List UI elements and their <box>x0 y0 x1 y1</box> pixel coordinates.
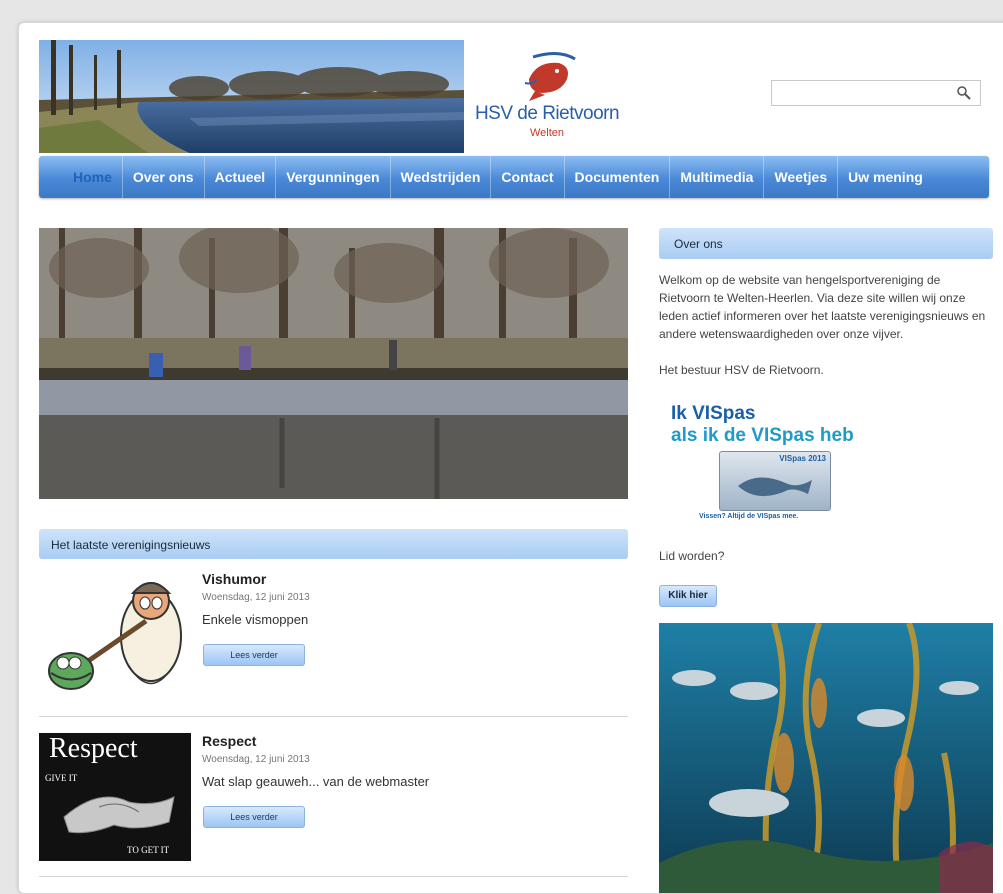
news-title[interactable]: Respect <box>202 733 256 749</box>
main-nav: Home Over ons Actueel Vergunningen Wedst… <box>39 156 989 198</box>
nav-item-documenten[interactable]: Documenten <box>565 156 671 198</box>
news-divider <box>39 876 628 877</box>
vispas-tagline: Vissen? Altijd de VISpas mee. <box>699 513 799 520</box>
vispas-line1: Ik VISpas <box>671 403 756 424</box>
news-item-vishumor: Vishumor Woensdag, 12 juni 2013 Enkele v… <box>39 571 628 711</box>
nav-item-wedstrijden[interactable]: Wedstrijden <box>391 156 492 198</box>
nav-item-home[interactable]: Home <box>39 156 123 198</box>
read-more-button[interactable]: Lees verder <box>203 806 305 828</box>
vishumor-cartoon-image <box>48 582 182 690</box>
vispas-card-label: VISpas 2013 <box>779 454 826 463</box>
about-text: Welkom op de website van hengelsportvere… <box>659 273 986 341</box>
news-summary: Wat slap geauweh... van de webmaster <box>202 774 430 789</box>
search-icon[interactable] <box>956 85 972 101</box>
news-section-title: Het laatste verenigingsnieuws <box>51 538 211 552</box>
news-summary: Enkele vismoppen <box>202 612 309 627</box>
read-more-button[interactable]: Lees verder <box>203 644 305 666</box>
vispas-banner[interactable]: Ik VISpas als ik de VISpas heb VISpas 20… <box>659 403 899 528</box>
nav-item-multimedia[interactable]: Multimedia <box>670 156 765 198</box>
news-title[interactable]: Vishumor <box>202 571 266 587</box>
fish-icon <box>738 477 812 497</box>
nav-item-over-ons[interactable]: Over ons <box>123 156 205 198</box>
news-date: Woensdag, 12 juni 2013 <box>202 754 310 765</box>
hero-pond-photo <box>39 228 628 499</box>
logo-title: HSV de Rietvoorn <box>474 103 620 124</box>
site-logo[interactable]: HSV de Rietvoorn Welten <box>467 49 627 149</box>
vispas-line2: als ik de VISpas heb <box>671 425 854 446</box>
nav-item-weetjes[interactable]: Weetjes <box>764 156 839 198</box>
search-box <box>771 80 981 106</box>
respect-image-headline: Respect <box>49 733 138 764</box>
join-label: Lid worden? <box>659 549 725 563</box>
about-section-title: Over ons <box>674 237 723 251</box>
page-container: HSV de Rietvoorn Welten Home Over ons Ac… <box>18 22 1003 894</box>
nav-item-contact[interactable]: Contact <box>491 156 565 198</box>
handshake-icon <box>63 796 175 834</box>
nav-item-vergunningen[interactable]: Vergunningen <box>276 156 391 198</box>
respect-image-line2: TO GET IT <box>127 845 170 855</box>
fish-logo-icon <box>524 52 576 101</box>
nav-item-uw-mening[interactable]: Uw mening <box>838 156 933 198</box>
respect-image: Respect GIVE IT TO GET IT <box>39 733 191 861</box>
nav-item-actueel[interactable]: Actueel <box>205 156 277 198</box>
news-item-respect: Respect GIVE IT TO GET IT Respect Woensd… <box>39 733 628 873</box>
news-date: Woensdag, 12 juni 2013 <box>202 592 310 603</box>
about-signoff: Het bestuur HSV de Rietvoorn. <box>659 363 824 377</box>
search-input[interactable] <box>776 84 950 104</box>
about-section-header: Over ons <box>659 228 993 259</box>
join-button[interactable]: Klik hier <box>659 585 717 607</box>
news-section-header: Het laatste verenigingsnieuws <box>39 529 628 559</box>
header-lake-photo <box>39 40 464 153</box>
aquarium-photo <box>659 623 993 893</box>
vispas-card-image: VISpas 2013 <box>719 451 831 511</box>
news-divider <box>39 716 628 717</box>
logo-subtitle: Welten <box>529 127 565 139</box>
